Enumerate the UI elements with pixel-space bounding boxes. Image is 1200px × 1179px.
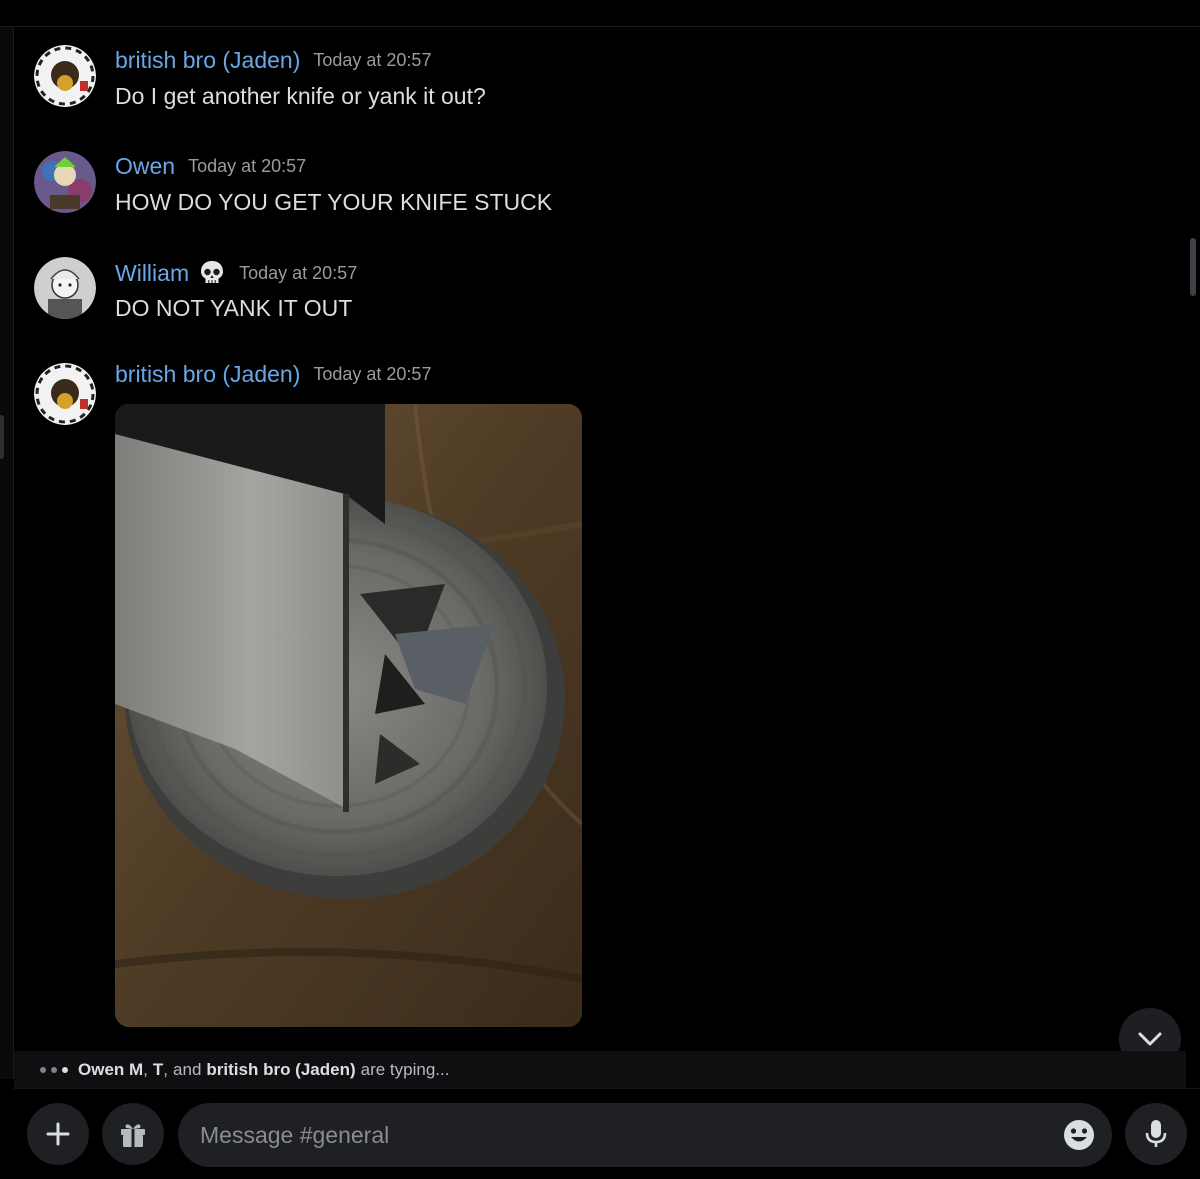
voice-message-button[interactable] [1125,1103,1187,1165]
typing-indicator: Owen M, T, and british bro (Jaden) are t… [14,1051,1186,1088]
gift-icon [121,1124,145,1147]
skull-icon [198,259,226,287]
emoji-icon [1064,1120,1094,1150]
message-list: british bro (Jaden) Today at 20:57 Do I … [14,27,1186,1051]
message-header: british bro (Jaden) Today at 20:57 [115,47,431,74]
message-item: british bro (Jaden) Today at 20:57 [14,359,1114,1039]
avatar[interactable] [34,363,96,425]
timestamp[interactable]: Today at 20:57 [239,263,357,284]
message-composer [14,1088,1200,1179]
message-text: DO NOT YANK IT OUT [115,295,353,321]
avatar[interactable] [34,257,96,319]
left-panel-edge [0,27,14,1079]
scrollbar-thumb[interactable] [1190,238,1196,296]
message-text: HOW DO YOU GET YOUR KNIFE STUCK [115,189,553,215]
image-attachment[interactable] [115,404,582,1027]
emoji-button[interactable] [1062,1118,1096,1152]
timestamp[interactable]: Today at 20:57 [313,364,431,385]
message-input[interactable] [200,1121,1040,1149]
timestamp[interactable]: Today at 20:57 [313,50,431,71]
typing-dots-icon [40,1066,68,1073]
plus-icon [46,1122,70,1146]
timestamp[interactable]: Today at 20:57 [188,156,306,177]
typing-suffix: are typing... [360,1059,450,1079]
username[interactable]: british bro (Jaden) [115,47,300,74]
username[interactable]: William [115,260,189,287]
typing-and: and [173,1059,202,1079]
typing-user[interactable]: Owen M [78,1060,143,1080]
message-header: british bro (Jaden) Today at 20:57 [115,361,431,388]
add-attachment-button[interactable] [27,1103,89,1165]
message-header: William Today at 20:57 [115,259,357,287]
avatar[interactable] [34,151,96,213]
gift-button[interactable] [102,1103,164,1165]
username[interactable]: british bro (Jaden) [115,361,300,388]
top-bar [0,0,1200,27]
chevron-down-icon [1138,1032,1162,1046]
message-input-box[interactable] [178,1103,1112,1167]
username[interactable]: Owen [115,153,175,180]
typing-user[interactable]: british bro (Jaden) [206,1060,355,1080]
left-panel-notch[interactable] [0,415,4,459]
microphone-icon [1145,1120,1167,1147]
message-text: Do I get another knife or yank it out? [115,83,486,109]
message-header: Owen Today at 20:57 [115,153,306,180]
typing-user[interactable]: T [153,1060,163,1080]
avatar[interactable] [34,45,96,107]
